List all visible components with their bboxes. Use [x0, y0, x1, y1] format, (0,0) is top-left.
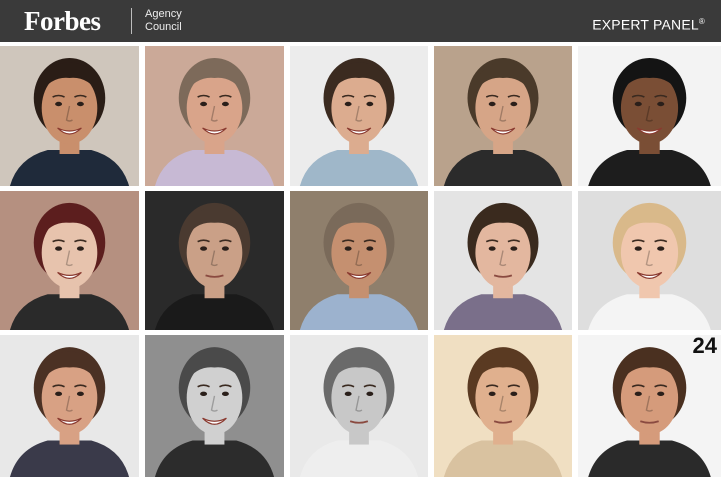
council-line-2: Council — [145, 21, 182, 33]
portrait-grid: 24 — [0, 46, 721, 477]
portrait-tile — [0, 191, 139, 330]
portrait-tile — [145, 335, 284, 477]
portrait-photo — [434, 191, 572, 330]
council-line-1: Agency — [145, 8, 182, 20]
portrait-tile — [434, 335, 572, 477]
portrait-photo — [434, 335, 572, 477]
portrait-tile — [290, 46, 428, 186]
header-divider — [131, 8, 132, 34]
portrait-photo — [145, 46, 284, 186]
portrait-tile — [0, 46, 139, 186]
portrait-photo — [434, 46, 572, 186]
expert-panel-label: EXPERT PANEL® — [592, 13, 705, 34]
portrait-tile — [0, 335, 139, 477]
forbes-logo: Forbes — [24, 6, 101, 36]
portrait-photo — [290, 335, 428, 477]
agency-council-label: Agency Council — [145, 8, 182, 34]
registered-mark: ® — [698, 17, 705, 26]
portrait-tile — [145, 191, 284, 330]
portrait-tile: 24 — [578, 335, 721, 477]
portrait-tile — [578, 191, 721, 330]
portrait-photo — [290, 191, 428, 330]
portrait-photo — [0, 46, 139, 186]
portrait-photo — [0, 335, 139, 477]
portrait-photo — [145, 335, 284, 477]
portrait-tile — [290, 335, 428, 477]
portrait-tile — [290, 191, 428, 330]
portrait-photo — [0, 191, 139, 330]
expert-panel-text: EXPERT PANEL — [592, 16, 699, 33]
portrait-tile — [578, 46, 721, 186]
portrait-photo — [290, 46, 428, 186]
portrait-photo — [578, 191, 721, 330]
portrait-tile — [145, 46, 284, 186]
shirt-number-text: 24 — [692, 335, 717, 358]
portrait-photo — [578, 46, 721, 186]
portrait-tile — [434, 191, 572, 330]
portrait-tile — [434, 46, 572, 186]
portrait-photo — [145, 191, 284, 330]
header-bar: Forbes Agency Council EXPERT PANEL® — [0, 0, 721, 42]
